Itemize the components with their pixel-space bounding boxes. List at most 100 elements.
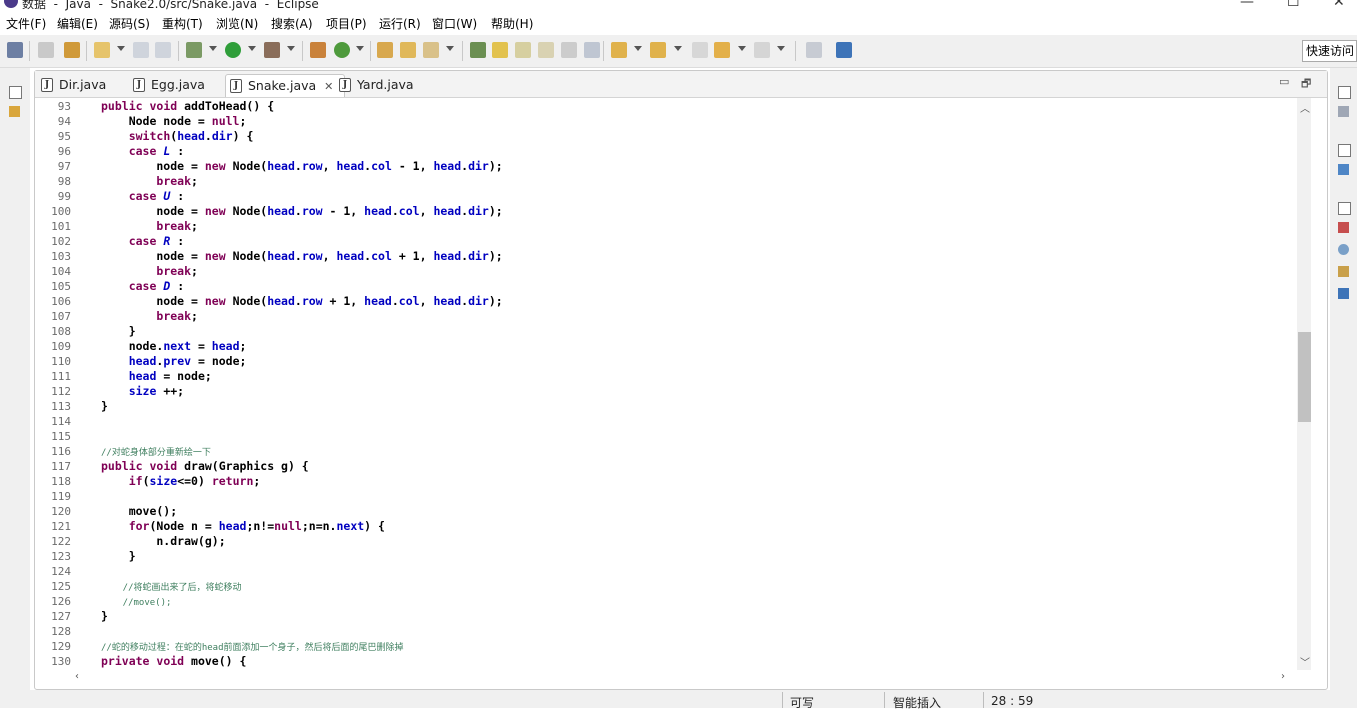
maximize-editor-icon[interactable]: 🗗 [1301, 75, 1311, 94]
code-text[interactable]: private void move() { [101, 654, 246, 668]
save-icon[interactable] [133, 42, 149, 58]
close-window-button[interactable]: ✕ [1333, 0, 1345, 10]
new-class-dropdown-icon[interactable] [356, 46, 364, 51]
code-text[interactable]: n.draw(g); [101, 534, 225, 549]
menu-refactor[interactable]: 重构(T) [162, 15, 203, 32]
word-wrap-icon[interactable] [538, 42, 554, 58]
external-tools-icon[interactable] [264, 42, 280, 58]
code-text[interactable]: Node node = null; [101, 114, 247, 129]
open-perspective-icon[interactable] [806, 42, 822, 58]
problems-icon[interactable] [1338, 222, 1349, 233]
menu-window[interactable]: 窗口(W) [432, 15, 477, 32]
new-dropdown-icon[interactable] [117, 46, 125, 51]
code-text[interactable]: } [101, 549, 136, 564]
tab-egg-java[interactable]: J Egg.java [129, 74, 233, 96]
save-all-icon[interactable] [155, 42, 171, 58]
minimize-editor-icon[interactable]: ▭ [1279, 75, 1289, 88]
menu-run[interactable]: 运行(R) [379, 15, 421, 32]
code-text[interactable]: if(size<=0) return; [101, 474, 261, 489]
menu-file[interactable]: 文件(F) [6, 15, 46, 32]
vertical-scrollbar[interactable]: ︿ ﹀ [1297, 98, 1311, 670]
scroll-down-icon[interactable]: ﹀ [1300, 654, 1310, 669]
block-selection-icon[interactable] [515, 42, 531, 58]
menu-source[interactable]: 源码(S) [109, 15, 150, 32]
code-text[interactable]: head.prev = node; [101, 354, 247, 369]
menu-help[interactable]: 帮助(H) [491, 15, 533, 32]
scroll-left-icon[interactable]: ‹ [75, 671, 79, 682]
java-perspective-icon[interactable] [836, 42, 852, 58]
next-annotation-icon[interactable] [611, 42, 627, 58]
code-text[interactable]: head = node; [101, 369, 212, 384]
javadoc-icon[interactable] [1338, 244, 1349, 255]
toggle-breadcrumb-icon[interactable] [470, 42, 486, 58]
code-text[interactable]: } [101, 399, 108, 414]
code-text[interactable]: break; [101, 264, 198, 279]
code-text[interactable]: case U : [101, 189, 184, 204]
open-folder-icon[interactable] [400, 42, 416, 58]
code-text[interactable]: node = new Node(head.row - 1, head.col, … [101, 204, 502, 219]
code-text[interactable]: break; [101, 309, 198, 324]
code-area[interactable]: 93 public void addToHead() {94 Node node … [35, 98, 1297, 668]
code-text[interactable]: } [101, 324, 136, 339]
pin-icon[interactable] [7, 42, 23, 58]
restore-icon[interactable] [9, 86, 22, 99]
previous-annotation-icon[interactable] [650, 42, 666, 58]
run-dropdown-icon[interactable] [248, 46, 256, 51]
maximize-window-button[interactable]: ☐ [1287, 0, 1300, 10]
code-text[interactable]: public void addToHead() { [101, 99, 274, 114]
back-arrow-icon[interactable] [714, 42, 730, 58]
horizontal-scrollbar[interactable]: ‹ › [71, 671, 1297, 685]
build-icon[interactable] [38, 42, 54, 58]
minimize-window-button[interactable]: — [1240, 0, 1254, 10]
code-text[interactable]: break; [101, 219, 198, 234]
restore-icon[interactable] [1338, 86, 1351, 99]
forward-dropdown-icon[interactable] [777, 46, 785, 51]
code-text[interactable]: case L : [101, 144, 184, 159]
code-text[interactable]: break; [101, 174, 198, 189]
restore-icon[interactable] [1338, 144, 1351, 157]
code-text[interactable]: size ++; [101, 384, 184, 399]
show-whitespace-icon[interactable] [561, 42, 577, 58]
pilcrow-icon[interactable] [584, 42, 600, 58]
search-dropdown-icon[interactable] [446, 46, 454, 51]
debug-icon[interactable] [186, 42, 202, 58]
forward-arrow-icon[interactable] [754, 42, 770, 58]
close-tab-icon[interactable]: ✕ [324, 76, 333, 98]
code-text[interactable]: case D : [101, 279, 184, 294]
tab-yard-java[interactable]: J Yard.java [335, 74, 441, 96]
code-text[interactable]: case R : [101, 234, 184, 249]
task-list-icon[interactable] [1338, 106, 1349, 117]
menu-search[interactable]: 搜索(A) [271, 15, 313, 32]
back-dropdown-icon[interactable] [738, 46, 746, 51]
last-edit-location-icon[interactable] [692, 42, 708, 58]
search-icon[interactable] [423, 42, 439, 58]
code-text[interactable]: move(); [101, 504, 177, 519]
menu-project[interactable]: 项目(P) [326, 15, 367, 32]
code-text[interactable]: node = new Node(head.row + 1, head.col, … [101, 294, 502, 309]
scroll-right-icon[interactable]: › [1281, 671, 1285, 682]
next-annotation-dropdown-icon[interactable] [634, 46, 642, 51]
debug-dropdown-icon[interactable] [209, 46, 217, 51]
hierarchy-icon[interactable] [64, 42, 80, 58]
previous-annotation-dropdown-icon[interactable] [674, 46, 682, 51]
external-tools-dropdown-icon[interactable] [287, 46, 295, 51]
tab-snake-java[interactable]: J Snake.java ✕ [225, 74, 345, 97]
outline-icon[interactable] [1338, 164, 1349, 175]
code-text[interactable]: switch(head.dir) { [101, 129, 254, 144]
code-text[interactable]: node = new Node(head.row, head.col - 1, … [101, 159, 502, 174]
scroll-up-icon[interactable]: ︿ [1300, 100, 1310, 115]
declaration-icon[interactable] [1338, 266, 1349, 277]
new-package-icon[interactable] [310, 42, 326, 58]
code-text[interactable]: } [101, 609, 108, 624]
menu-navigate[interactable]: 浏览(N) [216, 15, 258, 32]
restore-icon[interactable] [1338, 202, 1351, 215]
console-icon[interactable] [1338, 288, 1349, 299]
new-class-icon[interactable] [334, 42, 350, 58]
code-text[interactable]: //move(); [101, 594, 172, 611]
code-text[interactable]: for(Node n = head;n!=null;n=n.next) { [101, 519, 385, 534]
tab-dir-java[interactable]: J Dir.java [37, 74, 141, 96]
menu-edit[interactable]: 编辑(E) [57, 15, 98, 32]
open-type-icon[interactable] [377, 42, 393, 58]
code-text[interactable]: node = new Node(head.row, head.col + 1, … [101, 249, 502, 264]
vertical-scrollbar-thumb[interactable] [1298, 332, 1311, 422]
